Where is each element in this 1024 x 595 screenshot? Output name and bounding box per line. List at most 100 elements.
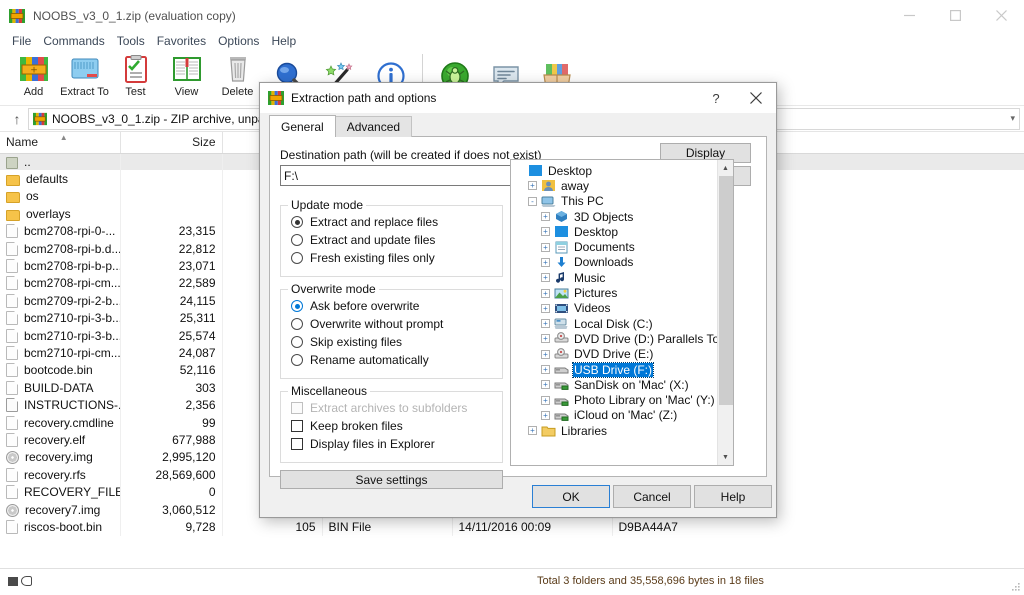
checkbox-display-files-in-explorer[interactable]: Display files in Explorer	[291, 437, 435, 451]
tree-node-documents[interactable]: +Documents	[511, 239, 717, 254]
scroll-down-arrow-icon[interactable]: ▼	[718, 449, 734, 465]
scrollbar-track[interactable]	[718, 176, 734, 449]
chevron-down-icon[interactable]: ▾	[1004, 113, 1015, 124]
tree-node-label: Videos	[573, 301, 611, 315]
tree-node-pictures[interactable]: + Pictures	[511, 285, 717, 300]
tree-node-sandisk-on-mac-x[interactable]: +SanDisk on 'Mac' (X:)	[511, 377, 717, 392]
toolbar-button-test[interactable]: Test	[110, 50, 161, 98]
cell-size	[120, 205, 222, 222]
expand-icon[interactable]: +	[541, 350, 550, 359]
archive-icon	[33, 112, 47, 126]
expand-icon[interactable]: +	[541, 319, 550, 328]
tree-node-desktop[interactable]: +Desktop	[511, 224, 717, 239]
up-arrow-icon[interactable]: ↑	[6, 111, 28, 127]
column-header-size[interactable]: Size	[120, 132, 222, 153]
file-name: recovery.elf	[24, 433, 85, 447]
expand-icon[interactable]: +	[541, 243, 550, 252]
radio-extract-and-update-files[interactable]: Extract and update files	[291, 233, 435, 247]
expand-icon[interactable]: +	[528, 181, 537, 190]
tree-node-downloads[interactable]: +Downloads	[511, 255, 717, 270]
column-header-name[interactable]: Name ▲	[0, 132, 120, 153]
tree-node-label: Local Disk (C:)	[573, 317, 654, 331]
toolbar-button-delete[interactable]: Delete	[212, 50, 263, 98]
pictures-icon	[554, 287, 569, 300]
radio-overwrite-without-prompt[interactable]: Overwrite without prompt	[291, 317, 443, 331]
menu-item-favorites[interactable]: Favorites	[151, 34, 212, 48]
svg-text:+: +	[30, 66, 38, 76]
menu-item-help[interactable]: Help	[265, 34, 302, 48]
table-row[interactable]: riscos-boot.bin9,728105BIN File14/11/201…	[0, 518, 1024, 535]
tree-node-usb-drive-f[interactable]: +USB Drive (F:)	[511, 362, 717, 377]
radio-fresh-existing-files-only[interactable]: Fresh existing files only	[291, 251, 435, 265]
expand-icon[interactable]: +	[541, 227, 550, 236]
cell-size: 28,569,600	[120, 466, 222, 483]
minimize-icon[interactable]	[886, 0, 932, 31]
file-name: os	[26, 189, 39, 203]
update-mode-group: Update mode Extract and replace files Ex…	[280, 205, 503, 277]
cancel-button[interactable]: Cancel	[613, 485, 691, 508]
help-button[interactable]: Help	[694, 485, 772, 508]
tree-node-local-disk-c[interactable]: + Local Disk (C:)	[511, 316, 717, 331]
resize-grip-icon[interactable]	[1011, 581, 1021, 591]
expand-icon[interactable]: +	[541, 258, 550, 267]
expand-icon[interactable]: +	[541, 396, 550, 405]
file-icon	[6, 329, 18, 343]
expand-icon[interactable]: +	[541, 334, 550, 343]
close-icon[interactable]	[978, 0, 1024, 31]
radio-ask-before-overwrite[interactable]: Ask before overwrite	[291, 299, 419, 313]
expand-icon[interactable]: +	[541, 365, 550, 374]
expand-icon[interactable]: +	[541, 289, 550, 298]
scroll-up-arrow-icon[interactable]: ▲	[718, 160, 734, 176]
tree-node-away[interactable]: +away	[511, 178, 717, 193]
dialog-titlebar: Extraction path and options ?	[260, 83, 776, 113]
tree-node-music[interactable]: +Music	[511, 270, 717, 285]
tree-node-label: 3D Objects	[573, 210, 634, 224]
tree-node-desktop[interactable]: Desktop	[511, 163, 717, 178]
menu-item-options[interactable]: Options	[212, 34, 265, 48]
tab-advanced[interactable]: Advanced	[335, 116, 412, 137]
tab-general[interactable]: General	[269, 115, 336, 137]
folder-tree[interactable]: Desktop+away-This PC+3D Objects+Desktop+…	[510, 159, 734, 466]
folder-tree-scrollbar[interactable]: ▲ ▼	[717, 160, 733, 465]
folder-icon	[6, 175, 20, 186]
scrollbar-thumb[interactable]	[719, 176, 733, 405]
checkbox-keep-broken-files[interactable]: Keep broken files	[291, 419, 403, 433]
radio-extract-and-replace-files[interactable]: Extract and replace files	[291, 215, 438, 229]
tree-node-this-pc[interactable]: -This PC	[511, 194, 717, 209]
expand-icon[interactable]: +	[541, 273, 550, 282]
expand-icon[interactable]: +	[541, 380, 550, 389]
tree-node-3d-objects[interactable]: +3D Objects	[511, 209, 717, 224]
close-icon[interactable]	[736, 83, 776, 113]
expand-icon[interactable]: +	[541, 411, 550, 420]
tree-node-videos[interactable]: + Videos	[511, 301, 717, 316]
expand-icon[interactable]: +	[541, 304, 550, 313]
tree-node-dvd-drive-e[interactable]: +DVD Drive (E:)	[511, 347, 717, 362]
expand-icon[interactable]: +	[528, 426, 537, 435]
toolbar-button-add[interactable]: + Add	[8, 50, 59, 98]
file-icon	[6, 276, 18, 290]
radio-indicator	[291, 318, 303, 330]
ok-button[interactable]: OK	[532, 485, 610, 508]
radio-rename-automatically[interactable]: Rename automatically	[291, 353, 429, 367]
user-icon	[541, 179, 556, 192]
checkbox-extract-archives-to-subfolders: Extract archives to subfolders	[291, 401, 467, 415]
test-icon	[120, 53, 152, 85]
toolbar-button-extract-to[interactable]: Extract To	[59, 50, 110, 98]
expand-icon[interactable]: +	[541, 212, 550, 221]
menu-item-tools[interactable]: Tools	[111, 34, 151, 48]
toolbar-button-view[interactable]: View	[161, 50, 212, 98]
radio-skip-existing-files[interactable]: Skip existing files	[291, 335, 402, 349]
file-name: riscos-boot.bin	[24, 520, 102, 534]
folder-icon	[6, 210, 20, 221]
collapse-icon[interactable]: -	[528, 197, 537, 206]
menu-item-commands[interactable]: Commands	[37, 34, 110, 48]
menu-item-file[interactable]: File	[6, 34, 37, 48]
tree-node-libraries[interactable]: +Libraries	[511, 423, 717, 438]
file-name: bcm2710-rpi-3-b...	[24, 329, 120, 343]
tree-node-dvd-drive-d-parallels-tools[interactable]: +DVD Drive (D:) Parallels Tools	[511, 331, 717, 346]
maximize-icon[interactable]	[932, 0, 978, 31]
tree-node-photo-library-on-mac-y[interactable]: +Photo Library on 'Mac' (Y:)	[511, 392, 717, 407]
tree-node-label: Pictures	[573, 286, 618, 300]
tree-node-icloud-on-mac-z[interactable]: +iCloud on 'Mac' (Z:)	[511, 408, 717, 423]
dialog-help-button[interactable]: ?	[696, 83, 736, 113]
